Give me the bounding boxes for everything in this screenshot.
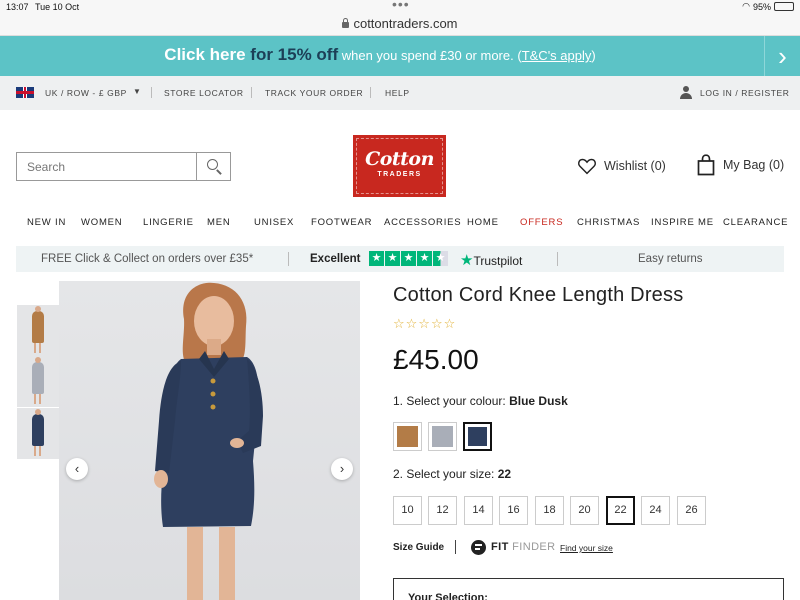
battery-icon: [774, 2, 794, 11]
utility-nav: UK / ROW - £ GBP ▼ STORE LOCATOR TRACK Y…: [0, 76, 800, 110]
search-box: [16, 152, 231, 181]
click-collect-text[interactable]: FREE Click & Collect on orders over £35*: [41, 253, 253, 265]
product-price: £45.00: [393, 344, 479, 375]
carousel-prev-button[interactable]: ‹: [66, 458, 88, 480]
nav-lingerie[interactable]: LINGERIE: [143, 217, 194, 228]
selected-size: 22: [497, 467, 512, 481]
nav-new-in[interactable]: NEW IN: [27, 217, 66, 228]
nav-men[interactable]: MEN: [207, 217, 231, 228]
trustpilot-star-icon: ★: [460, 252, 474, 269]
fit-finder-icon[interactable]: [471, 540, 486, 555]
thumbnail-grey[interactable]: [17, 356, 59, 407]
size-guide-link[interactable]: Size Guide: [393, 542, 444, 553]
device-status-bar: 13:07 Tue 10 Oct ••• ◠ 95%: [0, 0, 800, 14]
size-option-14[interactable]: 14: [464, 496, 493, 525]
bag-label: My Bag (0): [723, 158, 785, 172]
trustpilot-logo[interactable]: ★Trustpilot: [460, 251, 522, 269]
colour-label: 1. Select your colour: Blue Dusk: [393, 394, 568, 408]
multitask-dots-icon[interactable]: •••: [392, 0, 410, 12]
star-icon: ★: [417, 251, 432, 266]
trustpilot-stars: ★ ★ ★ ★ ★: [369, 251, 448, 266]
terms-link[interactable]: T&C's apply: [522, 48, 592, 63]
product-title: Cotton Cord Knee Length Dress: [393, 284, 684, 306]
swatch-color: [397, 426, 418, 447]
battery-percent: 95%: [752, 1, 771, 12]
size-option-16[interactable]: 16: [499, 496, 528, 525]
promo-arrow-icon[interactable]: ›: [764, 36, 800, 76]
search-button[interactable]: [196, 153, 230, 180]
nav-unisex[interactable]: UNISEX: [254, 217, 294, 228]
wishlist-label: Wishlist (0): [604, 159, 666, 173]
uk-flag-icon[interactable]: [16, 87, 34, 98]
selected-colour: Blue Dusk: [509, 394, 568, 408]
size-option-22[interactable]: 22: [606, 496, 635, 525]
size-label: 2. Select your size: 22: [393, 467, 512, 481]
heart-icon: [578, 158, 596, 175]
size-option-20[interactable]: 20: [570, 496, 599, 525]
divider: [455, 540, 456, 554]
search-icon: [207, 159, 218, 170]
nav-clearance[interactable]: CLEARANCE: [723, 217, 788, 228]
track-order-link[interactable]: TRACK YOUR ORDER: [265, 88, 363, 98]
your-selection-panel: Your Selection:: [393, 578, 784, 600]
carousel-next-button[interactable]: ›: [331, 458, 353, 480]
model-illustration: [154, 282, 263, 600]
half-star-icon: ★: [433, 251, 448, 266]
size-option-26[interactable]: 26: [677, 496, 706, 525]
find-your-size-link[interactable]: Find your size: [560, 543, 613, 553]
size-option-18[interactable]: 18: [535, 496, 564, 525]
nav-offers[interactable]: OFFERS: [520, 217, 563, 228]
wishlist-link[interactable]: Wishlist (0): [577, 157, 666, 175]
fit-finder-logo[interactable]: FIT FINDER: [491, 541, 556, 553]
nav-accessories[interactable]: ACCESSORIES: [384, 217, 461, 228]
cotton-traders-logo[interactable]: Cotton TRADERS: [353, 135, 446, 197]
nav-christmas[interactable]: CHRISTMAS: [577, 217, 640, 228]
chevron-right-icon: ›: [339, 461, 345, 476]
swatch-blue-dusk[interactable]: [463, 422, 492, 451]
size-option-10[interactable]: 10: [393, 496, 422, 525]
trust-bar: FREE Click & Collect on orders over £35*…: [16, 246, 784, 272]
easy-returns-text[interactable]: Easy returns: [638, 253, 703, 265]
status-right: ◠ 95%: [742, 1, 794, 12]
chevron-left-icon: ‹: [74, 461, 80, 476]
main-nav: NEW IN WOMEN LINGERIE MEN UNISEX FOOTWEA…: [0, 217, 800, 231]
store-locator-link[interactable]: STORE LOCATOR: [164, 88, 244, 98]
trustpilot-rating-text: Excellent: [310, 253, 361, 265]
promo-text[interactable]: Click here for 15% off when you spend £3…: [0, 45, 760, 65]
bag-link[interactable]: My Bag (0): [697, 154, 784, 176]
region-selector[interactable]: UK / ROW - £ GBP: [45, 88, 127, 98]
url-text[interactable]: cottontraders.com: [342, 16, 458, 31]
swatch-tan[interactable]: [393, 422, 422, 451]
nav-footwear[interactable]: FOOTWEAR: [311, 217, 372, 228]
swatch-color: [432, 426, 453, 447]
size-option-24[interactable]: 24: [641, 496, 670, 525]
status-time: 13:07: [6, 2, 29, 12]
promo-banner[interactable]: Click here for 15% off when you spend £3…: [0, 36, 800, 76]
wifi-icon: ◠: [742, 1, 750, 11]
product-main-image[interactable]: [59, 281, 360, 600]
status-date: Tue 10 Oct: [35, 2, 80, 12]
your-selection-label: Your Selection:: [408, 592, 488, 600]
help-link[interactable]: HELP: [385, 88, 410, 98]
star-icon: ★: [369, 251, 384, 266]
user-icon[interactable]: [680, 86, 692, 99]
lock-icon: [342, 18, 350, 28]
nav-home[interactable]: HOME: [467, 217, 499, 228]
thumbnail-tan[interactable]: [17, 305, 59, 356]
star-icon: ★: [385, 251, 400, 266]
search-input[interactable]: [17, 153, 197, 180]
login-register-link[interactable]: LOG IN / REGISTER: [700, 88, 790, 98]
size-option-12[interactable]: 12: [428, 496, 457, 525]
nav-women[interactable]: WOMEN: [81, 217, 122, 228]
chevron-down-icon[interactable]: ▼: [133, 87, 142, 96]
shopping-bag-icon: [697, 154, 715, 176]
swatch-color: [468, 427, 487, 446]
rating-stars-icon[interactable]: ☆☆☆☆☆: [393, 316, 456, 332]
nav-inspire-me[interactable]: INSPIRE ME: [651, 217, 714, 228]
browser-url-bar[interactable]: cottontraders.com: [0, 14, 800, 36]
thumbnail-blue-dusk[interactable]: [17, 408, 59, 459]
star-icon: ★: [401, 251, 416, 266]
swatch-grey[interactable]: [428, 422, 457, 451]
